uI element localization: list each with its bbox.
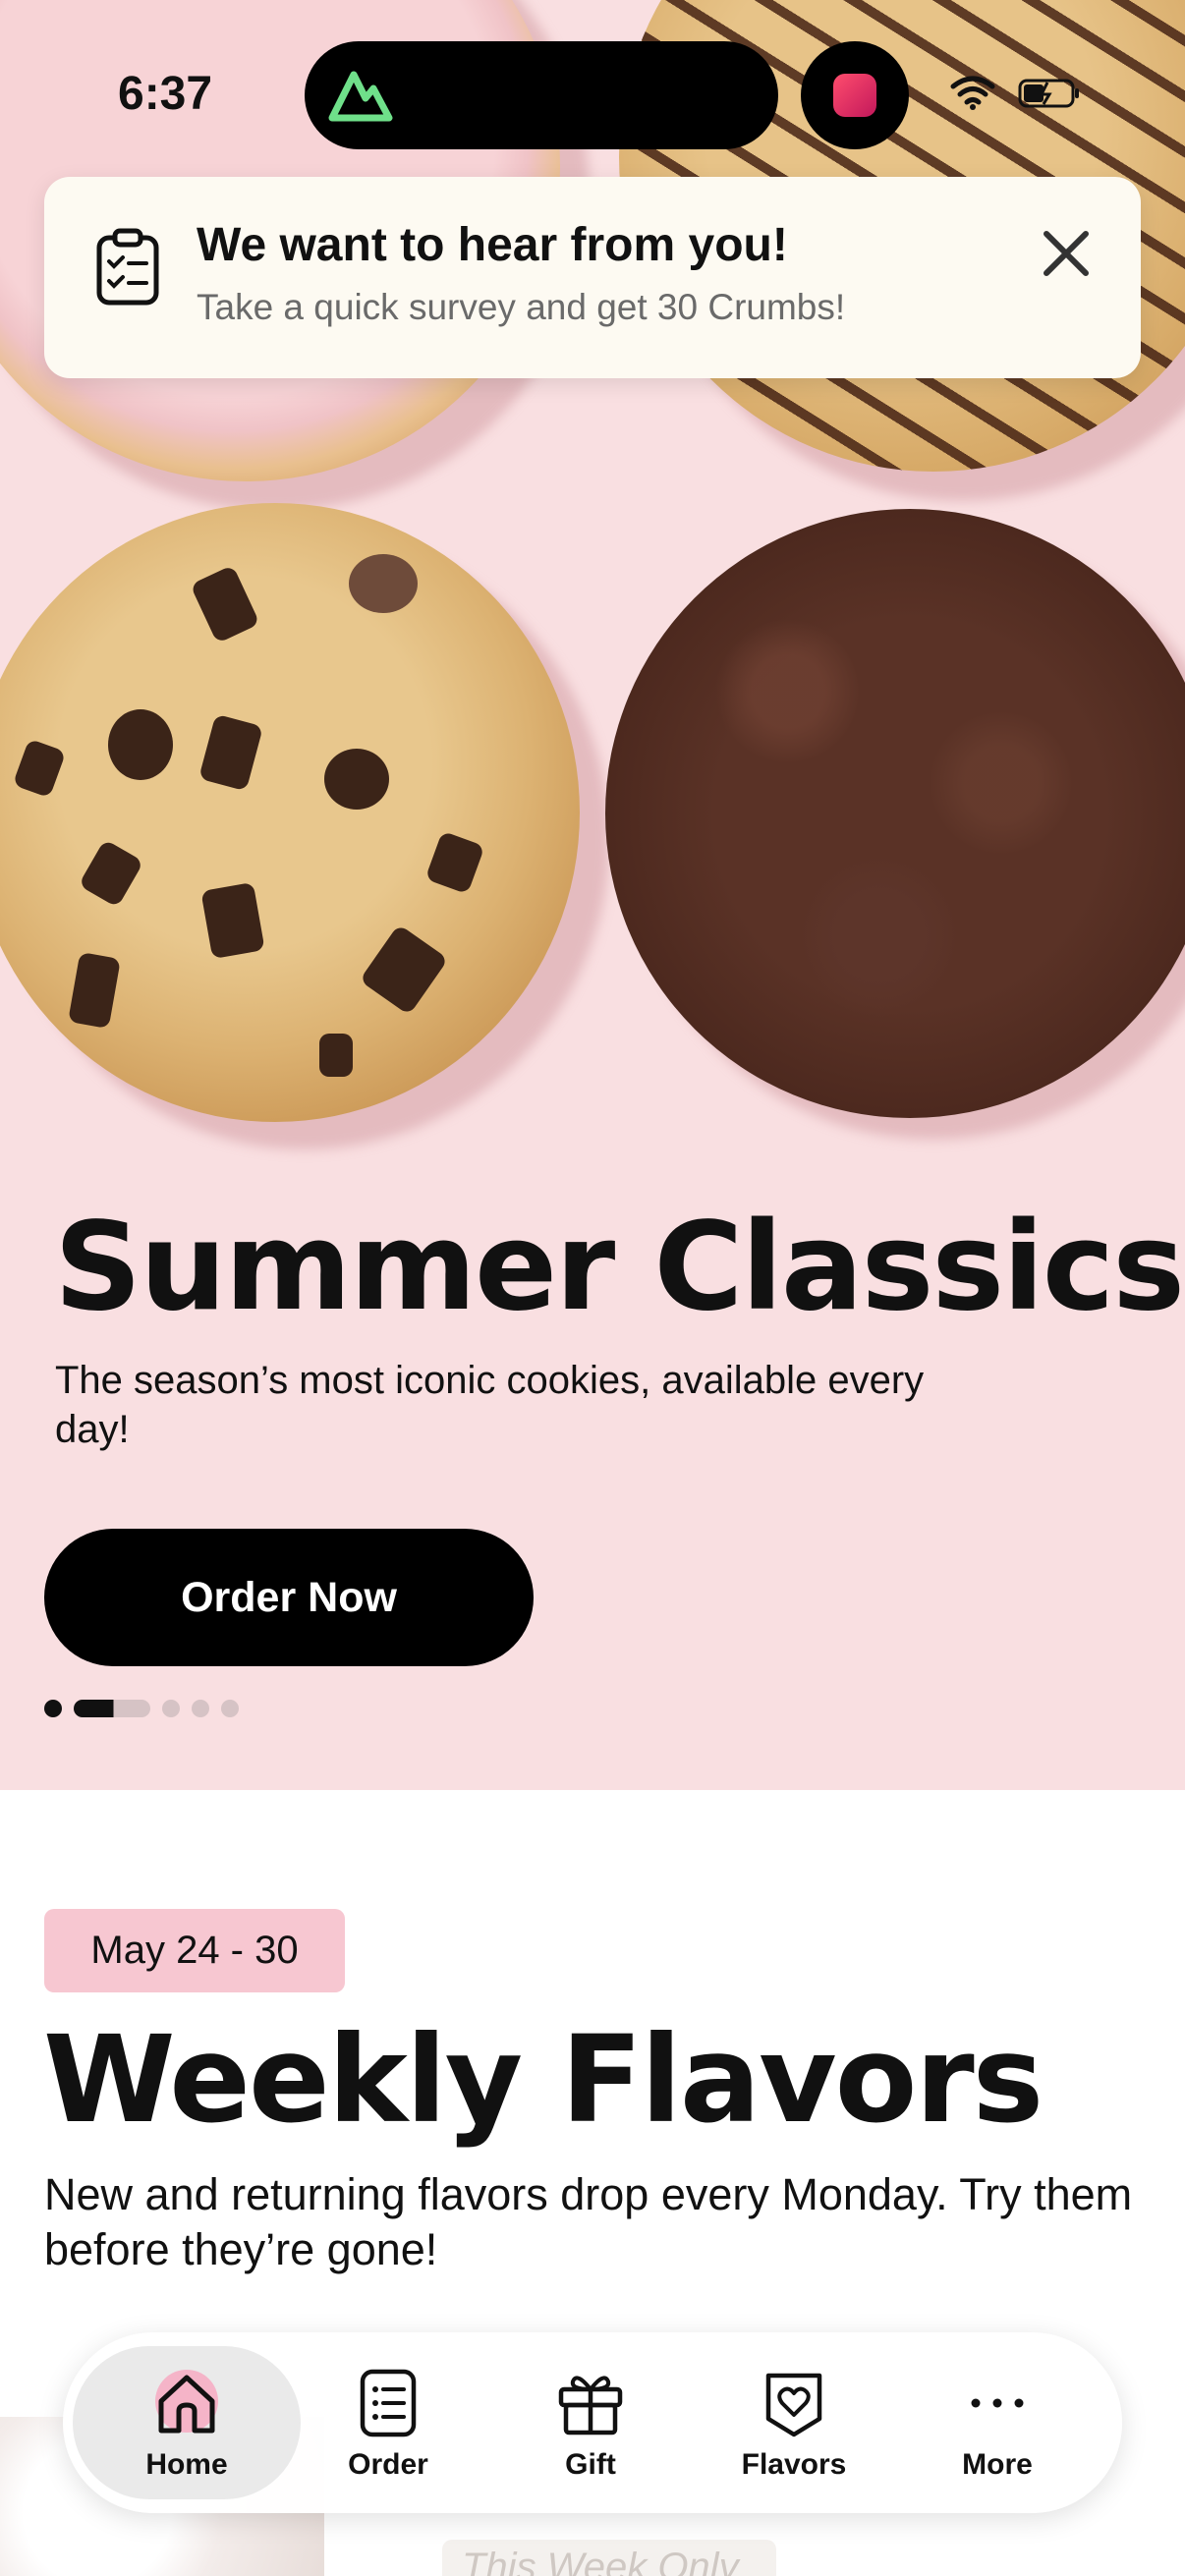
carousel-dot[interactable] — [221, 1700, 239, 1717]
carousel-dot[interactable] — [44, 1700, 62, 1717]
weekly-flavors-subtitle: New and returning flavors drop every Mon… — [44, 2169, 1133, 2274]
carousel-dot[interactable] — [192, 1700, 209, 1717]
survey-banner[interactable]: We want to hear from you! Take a quick s… — [44, 177, 1141, 378]
double-chocolate-cookie-image — [605, 509, 1185, 1118]
dynamic-island[interactable] — [305, 41, 778, 149]
tab-order-label: Order — [348, 2448, 428, 2481]
tab-order[interactable]: Order — [290, 2346, 486, 2499]
tab-more-label: More — [962, 2448, 1033, 2481]
order-list-icon — [360, 2369, 417, 2437]
tab-flavors-label: Flavors — [741, 2448, 847, 2481]
heart-badge-icon — [765, 2373, 822, 2437]
order-now-button[interactable]: Order Now — [44, 1529, 534, 1666]
battery-icon — [1018, 79, 1079, 108]
hero-subtitle: The season’s most iconic cookies, availa… — [55, 1359, 925, 1451]
mountain-logo-icon — [328, 71, 393, 122]
carousel-dot-active[interactable] — [74, 1700, 150, 1717]
carousel-dot[interactable] — [162, 1700, 180, 1717]
hero-title: Summer Classics — [54, 1197, 1185, 1338]
tab-gift-label: Gift — [565, 2448, 616, 2481]
tab-more[interactable]: More — [899, 2346, 1096, 2499]
wifi-icon — [950, 76, 995, 110]
clipboard-checklist-icon — [96, 228, 159, 306]
gift-icon — [558, 2376, 623, 2436]
more-dots-icon — [971, 2398, 1024, 2408]
carousel-page-indicator[interactable] — [44, 1700, 239, 1717]
home-icon — [151, 2368, 222, 2438]
status-time: 6:37 — [118, 68, 213, 120]
date-range-badge: May 24 - 30 — [44, 1909, 345, 1992]
survey-title: We want to hear from you! — [197, 219, 788, 271]
tab-home[interactable]: Home — [73, 2346, 301, 2499]
survey-subtitle: Take a quick survey and get 30 Crumbs! — [197, 287, 846, 327]
tab-gift[interactable]: Gift — [492, 2346, 689, 2499]
bottom-tab-bar: Home Order Gift Flavors More — [63, 2332, 1122, 2513]
tab-home-label: Home — [145, 2448, 228, 2481]
weekly-flavors-title: Weekly Flavors — [43, 2010, 1044, 2150]
live-activity-app-icon[interactable] — [801, 41, 909, 149]
tab-flavors[interactable]: Flavors — [696, 2346, 892, 2499]
this-week-only-label: This Week Only — [442, 2540, 776, 2576]
app-glyph-icon — [833, 74, 876, 117]
close-icon[interactable] — [1037, 224, 1096, 283]
